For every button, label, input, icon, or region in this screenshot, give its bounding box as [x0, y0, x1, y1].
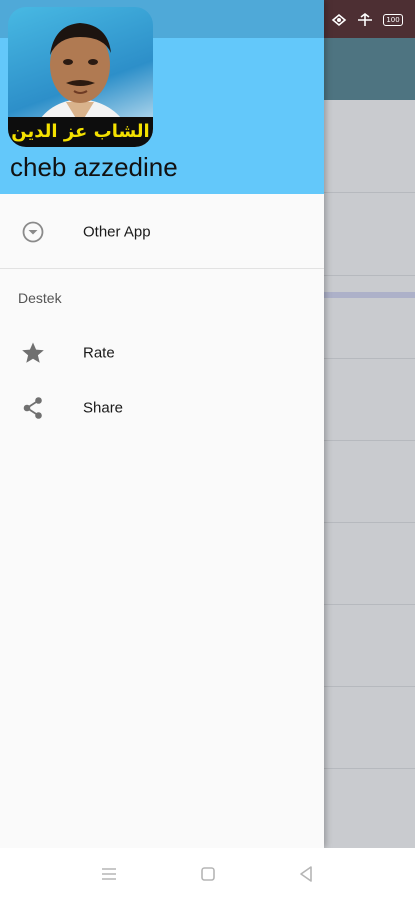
menu-item-label: Other App	[83, 223, 151, 240]
system-navigation-bar	[0, 848, 415, 900]
background-row-divider	[324, 440, 415, 441]
background-row-divider	[324, 275, 415, 276]
app-name: cheb azzedine	[10, 152, 178, 182]
back-triangle-icon[interactable]	[294, 862, 318, 886]
share-icon	[23, 396, 42, 419]
chevron-down-circle-icon	[22, 221, 44, 242]
menu-item-label: Share	[83, 399, 124, 416]
app-avatar: الشاب عز الدين	[8, 7, 153, 147]
background-row-divider	[324, 192, 415, 193]
menu-item-label: Rate	[83, 344, 115, 361]
home-square-icon[interactable]	[196, 862, 220, 886]
menu-item-rate[interactable]: Rate	[0, 325, 324, 380]
star-icon	[22, 342, 44, 363]
drawer-header: الشاب عز الدين cheb azzedine	[0, 0, 324, 194]
section-title: Destek	[18, 290, 62, 306]
background-row-divider	[324, 358, 415, 359]
background-stripe	[324, 292, 415, 298]
menu-divider	[0, 268, 324, 269]
status-icons: 100	[331, 12, 403, 28]
battery-icon: 100	[383, 14, 403, 26]
menu-item-share[interactable]: Share	[0, 380, 324, 435]
navigation-drawer: الشاب عز الدين cheb azzedine Other App D…	[0, 0, 324, 848]
background-row-divider	[324, 604, 415, 605]
background-row-divider	[324, 522, 415, 523]
menu-item-other-app[interactable]: Other App	[0, 204, 324, 259]
background-row-divider	[324, 686, 415, 687]
menu-icon[interactable]	[97, 862, 121, 886]
background-row-divider	[324, 768, 415, 769]
wifi-icon	[358, 13, 372, 26]
avatar-caption: الشاب عز الدين	[8, 117, 153, 147]
signal-icon	[331, 13, 347, 27]
